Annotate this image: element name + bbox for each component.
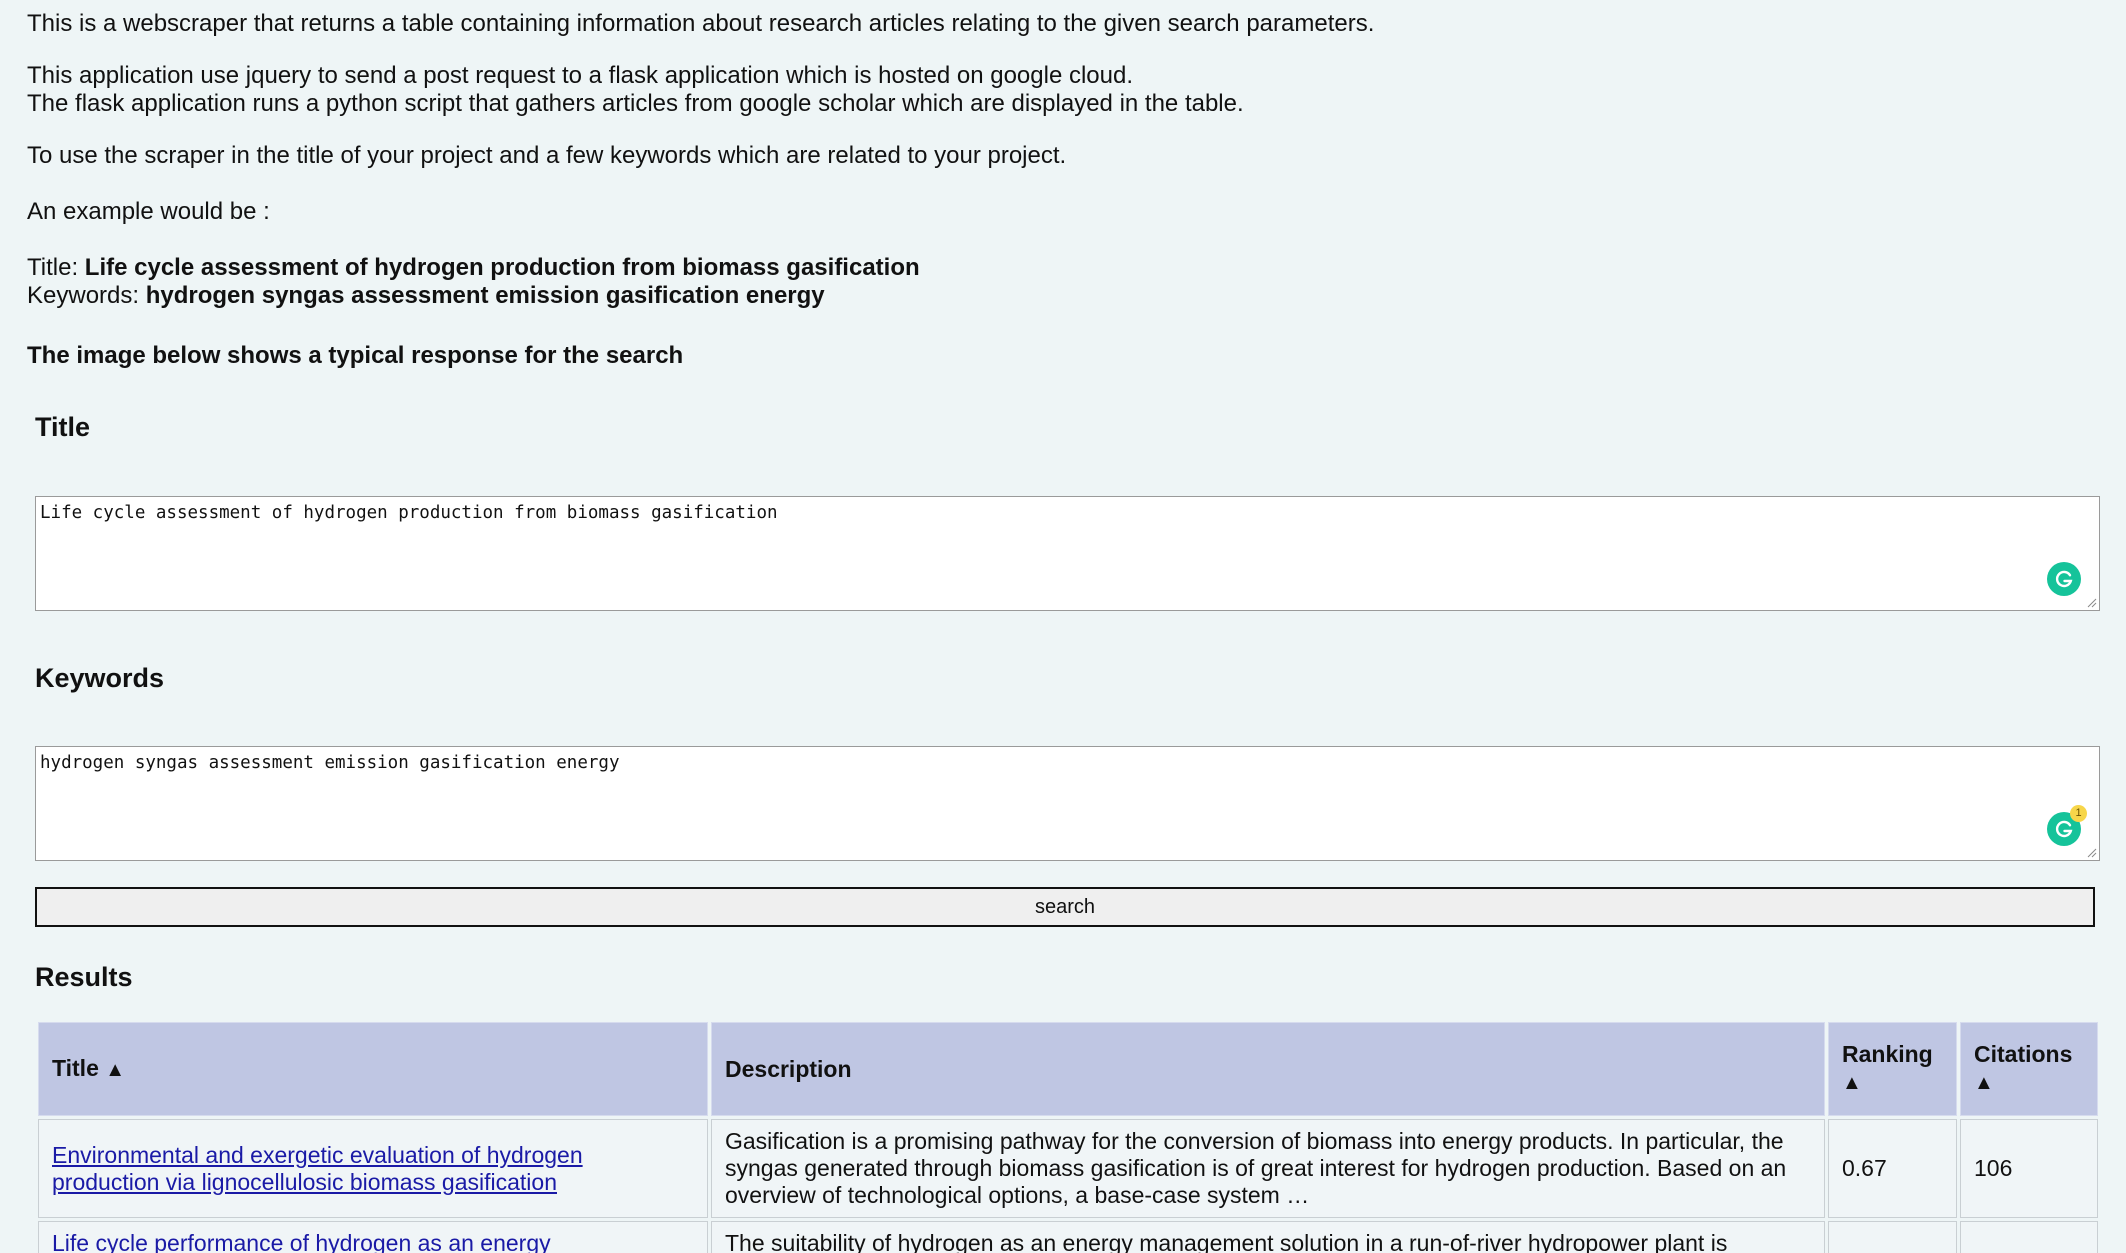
title-textarea-value: Life cycle assessment of hydrogen produc… (40, 503, 778, 523)
page: This is a webscraper that returns a tabl… (0, 0, 2126, 1253)
cell-description: The suitability of hydrogen as an energy… (711, 1221, 1825, 1253)
table-row: Environmental and exergetic evaluation o… (38, 1119, 2098, 1218)
cell-title: Environmental and exergetic evaluation o… (38, 1119, 708, 1218)
keywords-textarea-value: hydrogen syngas assessment emission gasi… (40, 753, 620, 773)
sort-arrow-icon: ▲ (105, 1058, 126, 1081)
table-header-row: Title ▲ Description Ranking ▲ Citations ▲ (38, 1022, 2098, 1116)
sort-arrow-icon: ▲ (1842, 1072, 1862, 1094)
title-textarea[interactable]: Life cycle assessment of hydrogen produc… (35, 496, 2100, 611)
grammarly-icon[interactable]: 1 (2047, 805, 2087, 846)
keywords-textarea[interactable]: hydrogen syngas assessment emission gasi… (35, 746, 2100, 861)
intro-text: This is a webscraper that returns a tabl… (27, 10, 2087, 370)
example-keywords-label: Keywords: (27, 282, 146, 309)
article-link[interactable]: Environmental and exergetic evaluation o… (52, 1142, 583, 1195)
sort-arrow-icon: ▲ (1974, 1072, 1994, 1094)
cell-title: Life cycle performance of hydrogen as an… (38, 1221, 708, 1253)
cell-ranking: 0.67 (1828, 1119, 1957, 1218)
example-block: Title: Life cycle assessment of hydrogen… (27, 254, 2087, 310)
results-table: Title ▲ Description Ranking ▲ Citations ▲ … (35, 1019, 2101, 1253)
intro-line: To use the scraper in the title of your … (27, 142, 1067, 169)
grammarly-icon[interactable] (2047, 562, 2081, 596)
example-title-value: Life cycle assessment of hydrogen produc… (84, 254, 920, 281)
intro-line: This is a webscraper that returns a tabl… (27, 10, 1375, 37)
grammarly-suggestion-badge: 1 (2070, 805, 2087, 822)
keywords-heading: Keywords (35, 663, 165, 693)
grammarly-g-glyph (2055, 570, 2073, 588)
cell-description: Gasification is a promising pathway for … (711, 1119, 1825, 1218)
search-button[interactable]: search (35, 887, 2095, 927)
column-header-ranking[interactable]: Ranking ▲ (1828, 1022, 1957, 1116)
title-heading: Title (35, 412, 91, 442)
table-row: Life cycle performance of hydrogen as an… (38, 1221, 2098, 1253)
intro-line: The flask application runs a python scri… (27, 90, 1244, 117)
intro-line: This application use jquery to send a po… (27, 62, 1134, 89)
example-keywords-value: hydrogen syngas assessment emission gasi… (145, 282, 825, 309)
typical-response-note: The image below shows a typical response… (27, 342, 684, 369)
results-heading: Results (35, 962, 133, 992)
resize-handle-icon[interactable] (2085, 846, 2097, 858)
cell-citations: 106 (1960, 1119, 2098, 1218)
grammarly-g-glyph (2055, 820, 2073, 838)
example-title-label: Title: (27, 254, 85, 281)
intro-line: An example would be : (27, 198, 270, 225)
column-header-description[interactable]: Description (711, 1022, 1825, 1116)
cell-citations (1960, 1221, 2098, 1253)
article-link[interactable]: Life cycle performance of hydrogen as an… (52, 1230, 551, 1253)
resize-handle-icon[interactable] (2085, 596, 2097, 608)
cell-ranking (1828, 1221, 1957, 1253)
column-header-citations[interactable]: Citations ▲ (1960, 1022, 2098, 1116)
column-header-title[interactable]: Title ▲ (38, 1022, 708, 1116)
